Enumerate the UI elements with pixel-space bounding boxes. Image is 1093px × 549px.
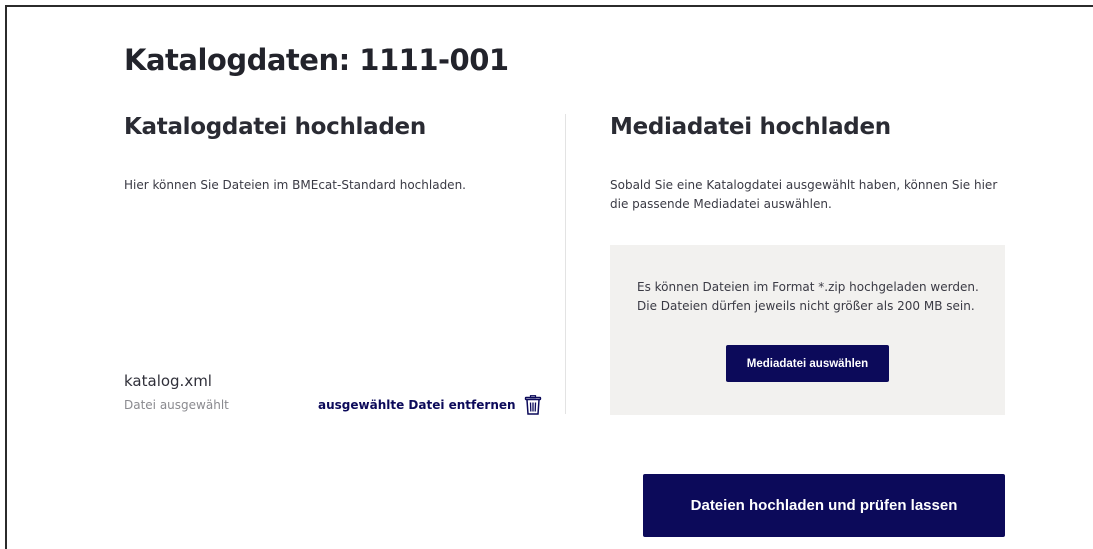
trash-icon[interactable]	[524, 395, 542, 415]
media-info-line2: Die Dateien dürfen jeweils nicht größer …	[637, 299, 975, 313]
media-dropzone: Es können Dateien im Format *.zip hochge…	[610, 245, 1005, 415]
upload-and-check-button[interactable]: Dateien hochladen und prüfen lassen	[643, 474, 1005, 537]
media-upload-section: Mediadatei hochladen Sobald Sie eine Kat…	[610, 114, 1005, 211]
media-description-line2: die passende Mediadatei auswählen.	[610, 197, 832, 211]
media-section-title: Mediadatei hochladen	[610, 114, 891, 140]
catalog-section-title: Katalogdatei hochladen	[124, 114, 426, 140]
selected-file-name: katalog.xml	[124, 372, 212, 390]
select-media-file-button[interactable]: Mediadatei auswählen	[726, 345, 889, 382]
media-dropzone-info: Es können Dateien im Format *.zip hochge…	[637, 278, 979, 316]
catalog-upload-section: Katalogdatei hochladen Hier können Sie D…	[124, 114, 544, 192]
remove-file-link[interactable]: ausgewählte Datei entfernen	[318, 395, 542, 415]
selected-file-status: Datei ausgewählt	[124, 398, 229, 412]
column-divider	[565, 114, 566, 414]
media-info-line1: Es können Dateien im Format *.zip hochge…	[637, 280, 979, 294]
catalog-section-description: Hier können Sie Dateien im BMEcat-Standa…	[124, 178, 466, 192]
media-description-line1: Sobald Sie eine Katalogdatei ausgewählt …	[610, 178, 998, 192]
remove-file-label: ausgewählte Datei entfernen	[318, 398, 516, 412]
page-title: Katalogdaten: 1111-001	[124, 43, 509, 77]
media-section-description: Sobald Sie eine Katalogdatei ausgewählt …	[610, 176, 997, 214]
